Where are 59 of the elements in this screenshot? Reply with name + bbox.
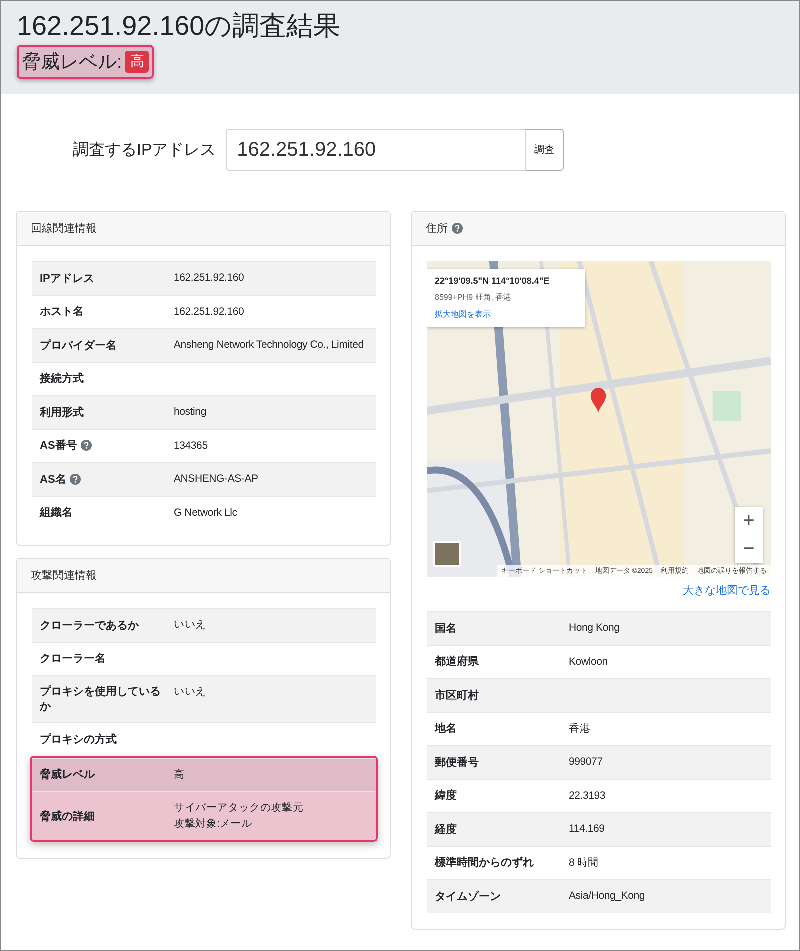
row-value: hosting: [174, 405, 206, 420]
row-label: 標準時間からのずれ: [435, 856, 534, 870]
row-label: 脅威レベル: [40, 768, 95, 782]
row-value: G Network Llc: [174, 506, 238, 520]
row-value: Hong Kong: [569, 621, 620, 636]
row-label: 地名: [435, 722, 457, 736]
row-value: 高: [174, 768, 185, 782]
row-label: タイムゾーン: [435, 890, 501, 904]
search-label: 調査するIPアドレス: [73, 140, 216, 160]
row-value: Asia/Hong_Kong: [569, 889, 646, 904]
row-label: プロバイダー名: [40, 338, 117, 353]
row-value: 香港: [569, 722, 591, 736]
row-value: 999077: [569, 755, 603, 770]
row-label: 郵便番号: [435, 756, 479, 770]
row-label: 接続方式: [40, 372, 84, 386]
search-button[interactable]: 調査: [526, 129, 564, 171]
row-value: Ansheng Network Technology Co., Limited: [174, 338, 364, 353]
row-value: ANSHENG-AS-AP: [174, 472, 258, 487]
row-label: AS名: [40, 472, 66, 487]
row-value: 114.169: [569, 822, 605, 837]
satellite-thumbnail[interactable]: [433, 541, 461, 567]
row-label: クローラー名: [40, 652, 106, 666]
row-label: 市区町村: [435, 688, 479, 703]
threat-badge: 高: [125, 51, 150, 73]
row-value: 134365: [174, 438, 208, 454]
row-label: 国名: [435, 622, 457, 636]
zoom-in-button[interactable]: +: [735, 507, 763, 535]
row-label: IPアドレス: [40, 272, 94, 286]
row-value: 22.3193: [569, 788, 606, 804]
row-label: 脅威の詳細: [40, 810, 95, 824]
row-value: いいえ: [174, 685, 206, 700]
row-value: 8 時間: [569, 856, 599, 870]
row-value: いいえ: [174, 618, 206, 633]
row-value: Kowloon: [569, 654, 608, 670]
row-label: 組織名: [40, 506, 73, 520]
row-value: 162.251.92.160: [174, 271, 244, 286]
card-title: 回線関連情報: [31, 222, 97, 236]
row-value: サイバーアタックの攻撃元: [174, 801, 304, 816]
zoom-out-button[interactable]: −: [735, 535, 763, 563]
row-label: 利用形式: [40, 406, 84, 420]
row-value: 攻撃対象:メール: [174, 817, 254, 832]
card-title: 住所: [426, 222, 448, 236]
enlarge-map-link[interactable]: 拡大地図を表示: [435, 309, 577, 320]
row-label: 経度: [435, 822, 457, 837]
ip-input-field[interactable]: 162.251.92.160: [226, 129, 526, 171]
page-title: 162.251.92.160の調査結果: [17, 10, 341, 43]
coordinates-text: 22°19'09.5"N 114°10'08.4"E: [435, 276, 551, 286]
plus-code-text: 8599+PH9 旺角, 香港: [435, 292, 513, 303]
row-label: AS番号: [40, 438, 78, 454]
row-value: 162.251.92.160: [174, 304, 244, 320]
row-label: プロキシを使用しているか: [40, 684, 162, 714]
row-label: プロキシの方式: [40, 732, 117, 747]
row-label: クローラーであるか: [40, 618, 139, 633]
card-title: 攻撃関連情報: [31, 569, 97, 583]
threat-label: 脅威レベル:: [22, 51, 122, 75]
row-label: 都道府県: [435, 654, 479, 670]
row-label: 緯度: [435, 788, 457, 804]
large-map-link[interactable]: 大きな地図で見る: [683, 583, 771, 598]
row-label: ホスト名: [40, 304, 84, 320]
